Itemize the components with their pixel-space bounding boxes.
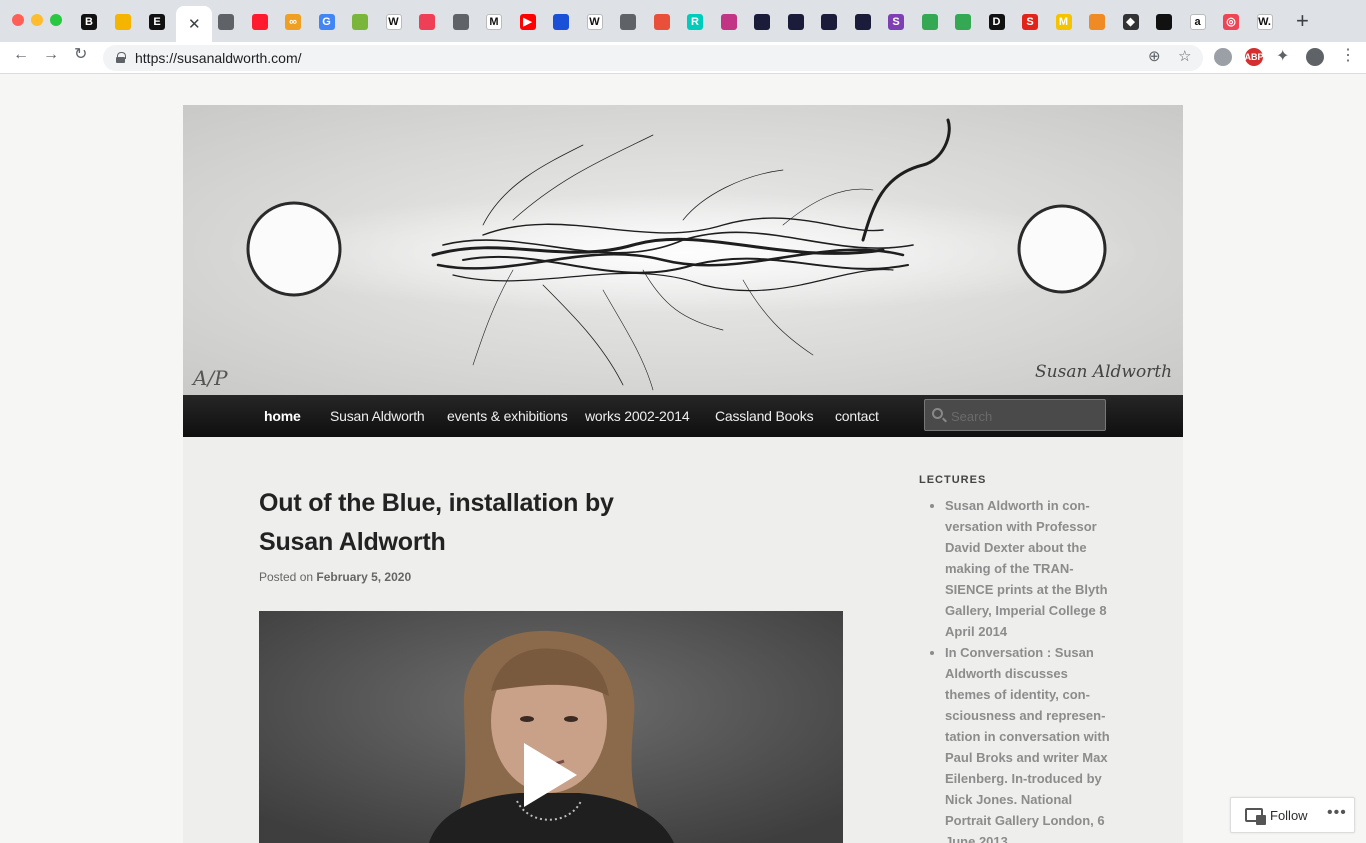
- globe-icon[interactable]: [620, 14, 636, 30]
- address-bar[interactable]: https://susanaldworth.com/ ⊕ ☆: [103, 45, 1203, 71]
- nav-item-events-exhibitions[interactable]: events & exhibitions: [447, 408, 568, 424]
- instagram-icon[interactable]: [720, 14, 737, 30]
- header-artwork: A/P Susan Aldworth: [183, 105, 1183, 395]
- youtube-icon[interactable]: ▶: [519, 14, 536, 30]
- post-meta: Posted on February 5, 2020: [259, 570, 411, 584]
- target-icon[interactable]: ◎: [1223, 14, 1239, 30]
- close-tab-icon[interactable]: ✕: [188, 15, 201, 33]
- drive-icon[interactable]: [921, 14, 938, 30]
- install-app-icon[interactable]: ⊕: [1148, 49, 1161, 64]
- adblock-icon[interactable]: ABP: [1245, 48, 1264, 66]
- researchgate-icon[interactable]: R: [687, 14, 703, 30]
- window-minimize-button[interactable]: [31, 14, 43, 26]
- artstor-icon[interactable]: [821, 14, 837, 30]
- active-tab[interactable]: ✕: [176, 6, 212, 42]
- back-icon[interactable]: ←: [13, 47, 29, 63]
- feedly-icon[interactable]: [352, 14, 368, 30]
- d-icon[interactable]: D: [988, 14, 1005, 30]
- opera-icon[interactable]: [251, 14, 268, 30]
- nav-item-works[interactable]: works 2002-2014: [585, 408, 690, 424]
- nav-item-cassland-books[interactable]: Cassland Books: [715, 408, 814, 424]
- post-date-link[interactable]: February 5, 2020: [316, 570, 411, 584]
- blue-globe-icon[interactable]: [553, 14, 569, 30]
- search-icon: [932, 408, 943, 419]
- artstor-icon[interactable]: [754, 14, 770, 30]
- lecture-item[interactable]: In Conversation : Susan Aldworth discuss…: [945, 642, 1115, 843]
- browser-menu-icon[interactable]: ⋮: [1340, 48, 1356, 64]
- follow-icon: [1245, 808, 1266, 825]
- header-ap-mark: A/P: [191, 366, 228, 390]
- window-close-button[interactable]: [12, 14, 24, 26]
- lecture-item[interactable]: Susan Aldworth in con-versation with Pro…: [945, 495, 1115, 642]
- s-circle-icon[interactable]: S: [888, 14, 904, 30]
- google-icon[interactable]: G: [318, 14, 335, 30]
- bookmark-star-icon[interactable]: ☆: [1178, 49, 1191, 64]
- medium-icon[interactable]: M: [486, 14, 502, 30]
- tab-strip: B E ∞ G W M ▶ W R S D S M ◆ a ◎ W. ✕ +: [0, 0, 1366, 42]
- header-artwork-svg: A/P Susan Aldworth: [191, 118, 1172, 391]
- post-title[interactable]: Out of the Blue, installation by Susan A…: [259, 484, 679, 562]
- wikipedia-icon[interactable]: W: [385, 14, 402, 30]
- lectures-list: Susan Aldworth in con-versation with Pro…: [945, 495, 1115, 843]
- sidebar-heading-lectures: LECTURES: [919, 474, 987, 486]
- browser-toolbar: ← → ↻ https://susanaldworth.com/ ⊕ ☆ ABP…: [0, 42, 1366, 74]
- globe-icon[interactable]: [452, 14, 469, 30]
- nav-item-home[interactable]: home: [264, 408, 301, 424]
- tag-icon[interactable]: ◆: [1122, 14, 1139, 30]
- extension-cup-icon[interactable]: [1214, 48, 1232, 66]
- new-tab-button[interactable]: +: [1296, 10, 1309, 32]
- lock-icon: [116, 52, 126, 63]
- more-options-icon[interactable]: •••: [1327, 804, 1347, 822]
- window-maximize-button[interactable]: [50, 14, 62, 26]
- forward-icon[interactable]: →: [43, 47, 59, 63]
- circle-black-icon[interactable]: [1156, 14, 1172, 30]
- e-icon[interactable]: E: [149, 14, 165, 30]
- globe-icon[interactable]: [218, 14, 234, 30]
- artstor-icon[interactable]: [787, 14, 804, 30]
- w-dot-icon[interactable]: W.: [1256, 14, 1273, 30]
- grid-icon[interactable]: [1089, 14, 1105, 30]
- book-icon[interactable]: [653, 14, 670, 30]
- posted-prefix: Posted on: [259, 570, 314, 584]
- url-text[interactable]: https://susanaldworth.com/: [135, 50, 302, 66]
- video-player[interactable]: [259, 611, 843, 843]
- bookmark-b-icon[interactable]: B: [81, 14, 97, 30]
- profile-icon[interactable]: [1306, 48, 1324, 66]
- header-signature: Susan Aldworth: [1035, 362, 1172, 382]
- nav-item-susan-aldworth[interactable]: Susan Aldworth: [330, 408, 425, 424]
- s-square-icon[interactable]: S: [1022, 14, 1038, 30]
- slides-icon[interactable]: [115, 14, 131, 30]
- content-area: Out of the Blue, installation by Susan A…: [183, 437, 1183, 843]
- extensions-puzzle-icon[interactable]: ✦: [1276, 49, 1289, 65]
- m-square-icon[interactable]: M: [1055, 14, 1072, 30]
- main-nav: home Susan Aldworth events & exhibitions…: [183, 395, 1183, 437]
- pocket-icon[interactable]: [419, 14, 435, 30]
- wikipedia-icon[interactable]: W: [586, 14, 603, 30]
- infinity-icon[interactable]: ∞: [285, 14, 301, 30]
- site-page: A/P Susan Aldworth home Susan Aldworth e…: [183, 105, 1183, 843]
- follow-button-label[interactable]: Follow: [1270, 808, 1308, 823]
- search-input[interactable]: [951, 407, 1099, 425]
- follow-widget[interactable]: Follow •••: [1230, 797, 1355, 833]
- artstor-icon[interactable]: [854, 14, 871, 30]
- reload-icon[interactable]: ↻: [74, 47, 87, 63]
- drive-icon[interactable]: [955, 14, 971, 30]
- nav-item-contact[interactable]: contact: [835, 408, 879, 424]
- site-search: [924, 399, 1106, 431]
- amazon-icon[interactable]: a: [1189, 14, 1206, 30]
- video-thumbnail: [259, 611, 843, 843]
